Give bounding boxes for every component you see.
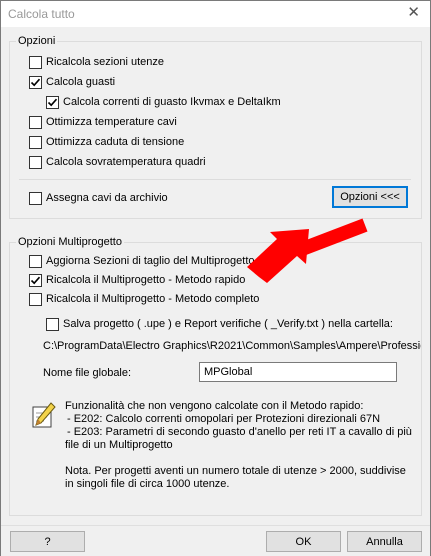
- close-icon[interactable]: ✕: [407, 5, 420, 21]
- note-text-block: Nota. Per progetti aventi un numero tota…: [65, 465, 406, 491]
- checkbox-box[interactable]: [29, 55, 42, 69]
- ok-button[interactable]: OK: [266, 531, 341, 552]
- checkbox-ricalcola-sezioni[interactable]: Ricalcola sezioni utenze: [29, 54, 164, 70]
- info-line: - E202: Calcolo correnti omopolari per P…: [67, 413, 381, 425]
- window-title: Calcola tutto: [8, 7, 75, 21]
- checkbox-label: Ricalcola sezioni utenze: [46, 56, 165, 68]
- red-arrow-annotation: [247, 218, 368, 283]
- folder-path: C:\ProgramData\Electro Graphics\R2021\Co…: [43, 340, 421, 352]
- nome-file-label: Nome file globale:: [43, 367, 132, 379]
- checkbox-box[interactable]: [29, 115, 42, 129]
- title-bar: Calcola tutto ✕: [1, 1, 430, 27]
- info-text-block: Funzionalità che non vengono calcolate c…: [65, 400, 412, 452]
- checkbox-salva-progetto[interactable]: Salva progetto ( .upe ) e Report verific…: [46, 316, 393, 332]
- info-line: file di un Multiprogetto: [65, 439, 173, 451]
- checkbox-metodo-completo[interactable]: Ricalcola il Multiprogetto - Metodo comp…: [29, 291, 259, 307]
- checkbox-box[interactable]: [29, 135, 42, 149]
- checkbox-ottimizza-temperature[interactable]: Ottimizza temperature cavi: [29, 114, 177, 130]
- info-line: - E203: Parametri di secondo guasto d'an…: [67, 426, 412, 438]
- checkbox-box[interactable]: [29, 191, 42, 205]
- opzioni-divider: [19, 179, 411, 180]
- checkbox-box[interactable]: [29, 292, 42, 306]
- checkbox-correnti-guasto[interactable]: Calcola correnti di guasto Ikvmax e Delt…: [46, 94, 281, 110]
- note-line: Nota. Per progetti aventi un numero tota…: [65, 465, 406, 477]
- checkbox-calcola-guasti[interactable]: Calcola guasti: [29, 74, 115, 90]
- opzioni-toggle-button[interactable]: Opzioni <<<: [332, 186, 408, 208]
- checkbox-ottimizza-caduta[interactable]: Ottimizza caduta di tensione: [29, 134, 184, 150]
- checkmark-icon: [30, 78, 41, 86]
- checkbox-label: Calcola sovratemperatura quadri: [46, 156, 206, 168]
- checkbox-label: Calcola correnti di guasto Ikvmax e Delt…: [63, 96, 281, 108]
- checkbox-label: Ricalcola il Multiprogetto - Metodo rapi…: [46, 274, 246, 286]
- checkbox-label: Salva progetto ( .upe ) e Report verific…: [63, 318, 393, 330]
- checkbox-box[interactable]: [29, 254, 42, 268]
- help-button[interactable]: ?: [10, 531, 85, 552]
- nome-file-input[interactable]: [199, 362, 397, 382]
- checkbox-label: Calcola guasti: [46, 76, 116, 88]
- info-line: Funzionalità che non vengono calcolate c…: [65, 400, 364, 412]
- checkbox-box[interactable]: [46, 317, 59, 331]
- checkbox-label: Aggiorna Sezioni di taglio del Multiprog…: [46, 255, 255, 267]
- calcola-tutto-dialog: Calcola tutto ✕ Opzioni Ricalcola sezion…: [0, 0, 431, 556]
- checkbox-box[interactable]: [29, 155, 42, 169]
- checkbox-aggiorna-sezioni[interactable]: Aggiorna Sezioni di taglio del Multiprog…: [29, 253, 255, 269]
- checkbox-sovratemperatura-quadri[interactable]: Calcola sovratemperatura quadri: [29, 154, 206, 170]
- checkbox-box[interactable]: [29, 273, 42, 287]
- checkbox-box[interactable]: [46, 95, 59, 109]
- checkmark-icon: [30, 276, 41, 284]
- checkbox-assegna-cavi[interactable]: Assegna cavi da archivio: [29, 190, 168, 206]
- checkbox-metodo-rapido[interactable]: Ricalcola il Multiprogetto - Metodo rapi…: [29, 272, 245, 288]
- cancel-button[interactable]: Annulla: [347, 531, 422, 552]
- checkbox-label: Ottimizza caduta di tensione: [46, 136, 185, 148]
- note-line: in singoli file di circa 1000 utenze.: [65, 478, 230, 490]
- checkbox-box[interactable]: [29, 75, 42, 89]
- checkbox-label: Ottimizza temperature cavi: [46, 116, 177, 128]
- opzioni-legend: Opzioni: [16, 35, 58, 47]
- multiprogetto-legend: Opzioni Multiprogetto: [16, 236, 124, 248]
- checkbox-label: Assegna cavi da archivio: [46, 192, 168, 204]
- checkmark-icon: [47, 98, 58, 106]
- checkbox-label: Ricalcola il Multiprogetto - Metodo comp…: [46, 293, 260, 305]
- note-pencil-icon: [32, 402, 56, 428]
